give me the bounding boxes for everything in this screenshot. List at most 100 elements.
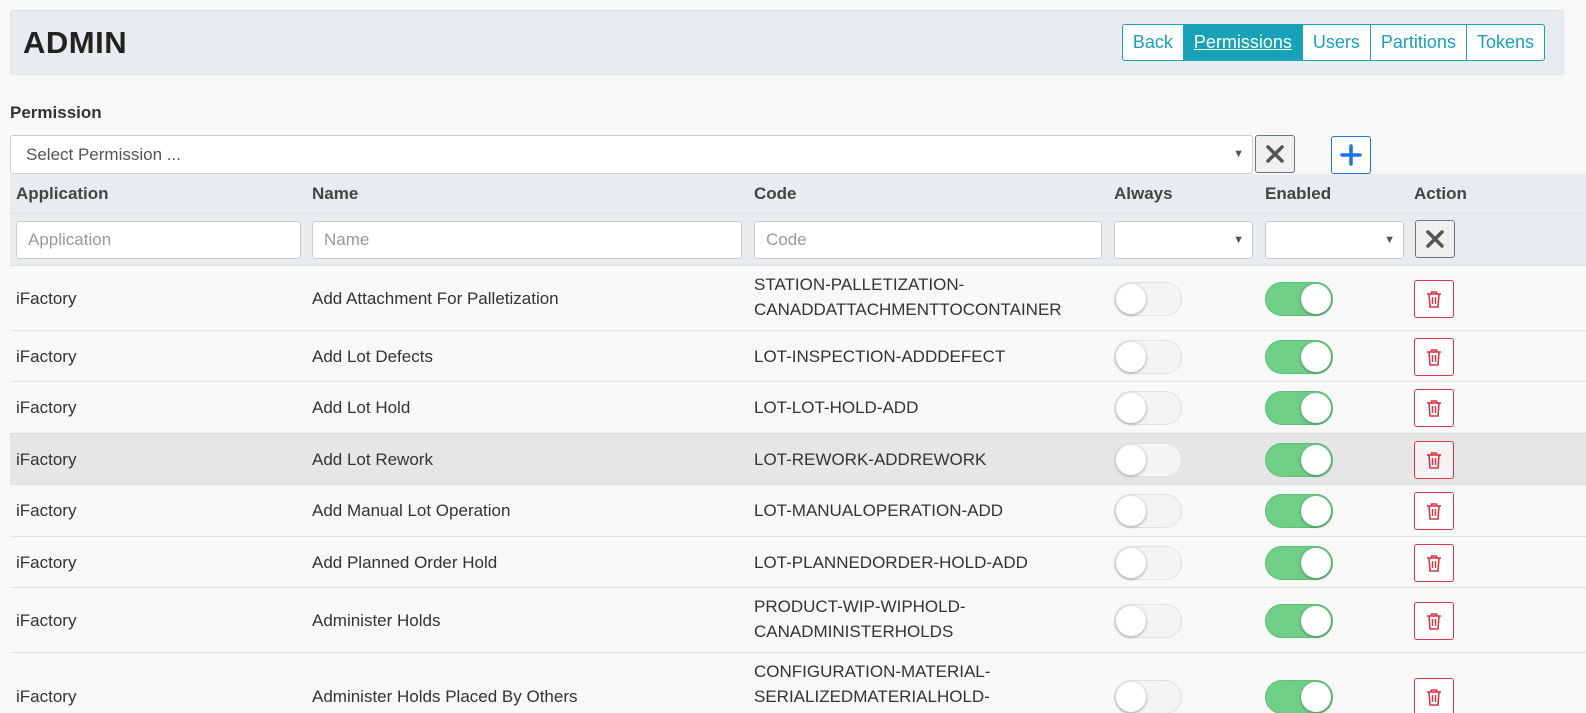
application-cell: iFactory: [16, 450, 77, 469]
name-filter-input[interactable]: [312, 221, 742, 259]
enabled-filter-select[interactable]: ▼: [1265, 221, 1404, 259]
column-header-code[interactable]: Code: [754, 184, 797, 204]
toggle-knob: [1301, 606, 1331, 636]
toggle-knob: [1116, 606, 1146, 636]
application-cell: iFactory: [16, 501, 77, 520]
code-line: LOT-LOT-HOLD-ADD: [754, 398, 919, 417]
code-line: LOT-MANUALOPERATION-ADD: [754, 501, 1004, 520]
enabled-toggle[interactable]: [1265, 546, 1333, 580]
toggle-knob: [1301, 284, 1331, 314]
delete-button[interactable]: [1414, 441, 1454, 479]
enabled-toggle[interactable]: [1265, 494, 1333, 528]
name-cell: Add Planned Order Hold: [312, 553, 498, 572]
toggle-knob: [1116, 284, 1146, 314]
always-toggle[interactable]: [1114, 443, 1182, 477]
toggle-knob: [1301, 445, 1331, 475]
add-permission-button[interactable]: [1331, 136, 1371, 174]
table-row: iFactory Administer Holds PRODUCT-WIP-WIPH…: [10, 588, 1586, 653]
caret-down-icon: ▼: [1233, 148, 1244, 160]
nav-users-button[interactable]: Users: [1301, 25, 1370, 60]
code-line: CANADMINISTERHOLDS: [754, 622, 954, 641]
plus-icon: [1340, 144, 1362, 166]
header-bar: ADMIN Back Permissions Users Partitions …: [10, 10, 1564, 75]
delete-button[interactable]: [1414, 544, 1454, 582]
column-header-always[interactable]: Always: [1114, 184, 1173, 204]
column-header-enabled[interactable]: Enabled: [1265, 184, 1331, 204]
column-header-name[interactable]: Name: [312, 184, 358, 204]
trash-icon: [1427, 555, 1441, 572]
code-line: PRODUCT-WIP-WIPHOLD-: [754, 597, 966, 616]
code-cell: LOT-LOT-HOLD-ADD: [754, 395, 918, 420]
nav-button-group: Back Permissions Users Partitions Tokens: [1121, 24, 1545, 61]
name-cell: Add Lot Rework: [312, 450, 433, 469]
always-toggle[interactable]: [1114, 494, 1182, 528]
table-row: iFactory Add Lot Rework LOT-REWORK-ADDREWO…: [10, 434, 1586, 485]
application-cell: iFactory: [16, 611, 77, 630]
table-row: iFactory Add Planned Order Hold LOT-PLANNE…: [10, 537, 1586, 588]
table-row: iFactory Administer Holds Placed By Other…: [10, 653, 1586, 713]
enabled-toggle[interactable]: [1265, 391, 1333, 425]
code-cell: LOT-MANUALOPERATION-ADD: [754, 498, 1003, 523]
permission-select[interactable]: Select Permission ... ▼: [10, 135, 1253, 174]
trash-icon: [1427, 613, 1441, 630]
code-line: STATION-PALLETIZATION-: [754, 275, 965, 294]
delete-button[interactable]: [1414, 492, 1454, 530]
trash-icon: [1427, 400, 1441, 417]
always-toggle[interactable]: [1114, 546, 1182, 580]
delete-button[interactable]: [1414, 338, 1454, 376]
code-line: LOT-INSPECTION-ADDDEFECT: [754, 347, 1006, 366]
permission-select-placeholder: Select Permission ...: [26, 145, 181, 164]
code-cell: STATION-PALLETIZATION- CANADDATTACHMENTTO…: [754, 272, 1062, 322]
application-cell: iFactory: [16, 289, 77, 308]
close-icon: [1266, 145, 1284, 163]
application-cell: iFactory: [16, 553, 77, 572]
code-line: CANADDATTACHMENTTOCONTAINER: [754, 300, 1062, 319]
delete-button[interactable]: [1414, 678, 1454, 713]
nav-back-button[interactable]: Back: [1123, 25, 1183, 60]
admin-page: ADMIN Back Permissions Users Partitions …: [0, 0, 1586, 713]
enabled-toggle[interactable]: [1265, 604, 1333, 638]
application-cell: iFactory: [16, 687, 77, 706]
enabled-toggle[interactable]: [1265, 680, 1333, 713]
code-line: CONFIGURATION-MATERIAL-: [754, 662, 991, 681]
always-toggle[interactable]: [1114, 391, 1182, 425]
always-toggle[interactable]: [1114, 604, 1182, 638]
trash-icon: [1427, 689, 1441, 706]
clear-filters-button[interactable]: [1415, 220, 1455, 258]
application-filter-input[interactable]: [16, 221, 301, 259]
always-toggle[interactable]: [1114, 680, 1182, 713]
code-line: LOT-REWORK-ADDREWORK: [754, 450, 987, 469]
toggle-knob: [1116, 496, 1146, 526]
toggle-knob: [1301, 682, 1331, 712]
enabled-toggle[interactable]: [1265, 340, 1333, 374]
toggle-knob: [1301, 393, 1331, 423]
code-line: LOT-PLANNEDORDER-HOLD-ADD: [754, 553, 1028, 572]
column-header-application[interactable]: Application: [16, 184, 109, 204]
code-filter-input[interactable]: [754, 221, 1102, 259]
always-filter-select[interactable]: ▼: [1114, 221, 1253, 259]
code-cell: LOT-PLANNEDORDER-HOLD-ADD: [754, 550, 1028, 575]
clear-permission-button[interactable]: [1255, 135, 1295, 173]
toggle-knob: [1116, 342, 1146, 372]
always-toggle[interactable]: [1114, 340, 1182, 374]
enabled-toggle[interactable]: [1265, 443, 1333, 477]
enabled-toggle[interactable]: [1265, 282, 1333, 316]
trash-icon: [1427, 452, 1441, 469]
delete-button[interactable]: [1414, 280, 1454, 318]
trash-icon: [1427, 349, 1441, 366]
trash-icon: [1427, 291, 1441, 308]
toggle-knob: [1116, 682, 1146, 712]
name-cell: Add Attachment For Palletization: [312, 289, 559, 308]
code-cell: PRODUCT-WIP-WIPHOLD- CANADMINISTERHOLDS: [754, 594, 966, 644]
page-title: ADMIN: [23, 25, 128, 60]
nav-permissions-button[interactable]: Permissions: [1182, 25, 1302, 60]
name-cell: Add Lot Defects: [312, 347, 433, 366]
toggle-knob: [1301, 496, 1331, 526]
delete-button[interactable]: [1414, 389, 1454, 427]
toggle-knob: [1116, 445, 1146, 475]
filter-row: ▼ ▼: [10, 214, 1586, 266]
delete-button[interactable]: [1414, 602, 1454, 640]
nav-tokens-button[interactable]: Tokens: [1465, 25, 1544, 60]
nav-partitions-button[interactable]: Partitions: [1369, 25, 1466, 60]
always-toggle[interactable]: [1114, 282, 1182, 316]
